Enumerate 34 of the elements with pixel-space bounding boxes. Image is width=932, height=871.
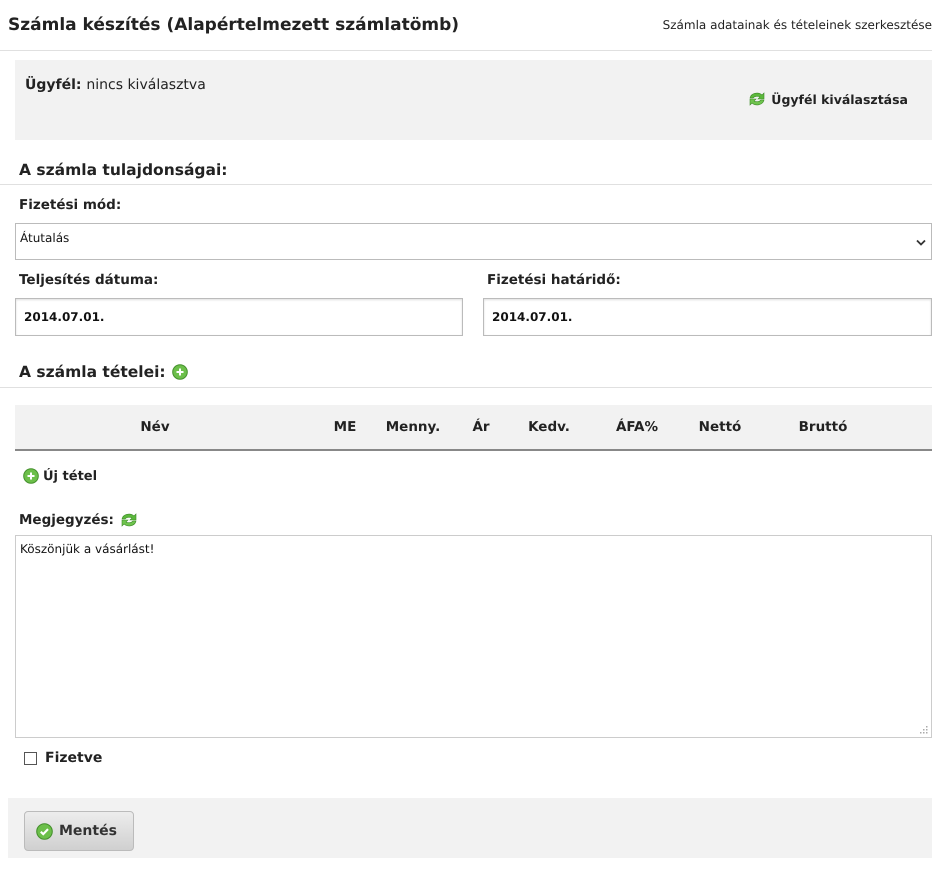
field-label: Fizetési határidő: — [487, 272, 621, 288]
date-field[interactable]: 2014.07.01. — [15, 298, 463, 336]
date-field[interactable]: 2014.07.01. — [483, 298, 932, 336]
select-client-link[interactable]: Ügyfél kiválasztása — [747, 60, 908, 108]
new-item-link[interactable]: Új tétel — [23, 468, 98, 484]
page-title: Számla készítés (Alapértelmezett számlatömb) — [8, 15, 460, 35]
section-heading: A számla tételei: — [19, 362, 166, 380]
section-heading: A számla tulajdonságai: — [19, 160, 228, 178]
field-label: Teljesítés dátuma: — [19, 272, 158, 288]
page-subtitle: Számla adatainak és tételeinek szerkesztése — [662, 18, 932, 32]
paid-checkbox[interactable] — [24, 752, 37, 764]
check-icon — [36, 822, 53, 840]
column-header: ME — [332, 419, 358, 435]
column-header: Ár — [471, 419, 491, 435]
column-header: Név — [139, 419, 171, 435]
add-icon[interactable] — [23, 468, 39, 484]
refresh-icon[interactable] — [118, 511, 139, 529]
column-header: Bruttó — [798, 419, 848, 435]
resize-grip-icon[interactable] — [918, 724, 928, 734]
column-header: ÁFA% — [614, 419, 660, 435]
client-label: Ügyfél: — [25, 77, 82, 93]
caret-icon — [915, 238, 927, 246]
column-header: Nettó — [698, 419, 742, 435]
refresh-icon[interactable] — [747, 90, 768, 108]
note-textarea[interactable]: Köszönjük a vásárlást! — [15, 535, 932, 738]
column-header: Menny. — [384, 419, 442, 435]
field-label: Fizetési mód: — [19, 197, 122, 213]
client-value: nincs kiválasztva — [86, 77, 206, 93]
save-button[interactable]: Mentés — [24, 811, 134, 851]
checkbox-label: Fizetve — [45, 750, 102, 766]
note-label: Megjegyzés: — [19, 512, 114, 528]
add-icon[interactable] — [172, 364, 188, 380]
column-header: Kedv. — [527, 419, 571, 435]
payment-method-dropdown[interactable]: Átutalás — [15, 223, 932, 260]
